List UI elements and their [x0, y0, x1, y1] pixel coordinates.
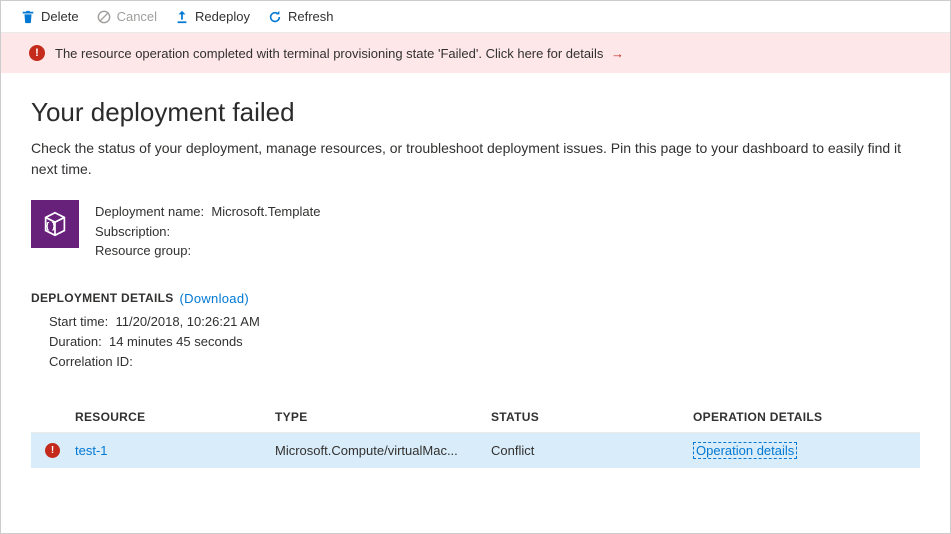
cell-opdetails: Operation details: [693, 443, 920, 458]
resource-group-label: Resource group:: [95, 243, 191, 258]
toolbar: Delete Cancel Redeploy Refresh: [1, 1, 950, 33]
deployment-details-title: DEPLOYMENT DETAILS: [31, 291, 174, 305]
deployment-name-row: Deployment name: Microsoft.Template: [95, 202, 320, 222]
start-time-row: Start time: 11/20/2018, 10:26:21 AM: [49, 312, 920, 332]
deployment-name-value: Microsoft.Template: [211, 204, 320, 219]
subscription-row: Subscription:: [95, 222, 320, 242]
duration-row: Duration: 14 minutes 45 seconds: [49, 332, 920, 352]
cancel-icon: [97, 10, 111, 24]
error-message-link[interactable]: The resource operation completed with te…: [55, 46, 624, 61]
delete-label: Delete: [41, 9, 79, 24]
correlation-row: Correlation ID:: [49, 352, 920, 372]
col-header-type: TYPE: [275, 410, 491, 424]
content: Your deployment failed Check the status …: [1, 73, 950, 468]
row-status-icon-cell: !: [45, 443, 75, 458]
error-icon: !: [45, 443, 60, 458]
redeploy-label: Redeploy: [195, 9, 250, 24]
upload-icon: [175, 10, 189, 24]
deployment-tile: { }: [31, 200, 79, 248]
operations-table: RESOURCE TYPE STATUS OPERATION DETAILS !…: [31, 402, 920, 468]
resource-group-row: Resource group:: [95, 241, 320, 261]
download-link[interactable]: (Download): [180, 291, 249, 306]
refresh-icon: [268, 10, 282, 24]
svg-text:{ }: { }: [46, 221, 56, 231]
table-row[interactable]: ! test-1 Microsoft.Compute/virtualMac...…: [31, 432, 920, 468]
cube-icon: { }: [40, 209, 70, 239]
refresh-label: Refresh: [288, 9, 334, 24]
details-list: Start time: 11/20/2018, 10:26:21 AM Dura…: [31, 312, 920, 372]
operation-details-link[interactable]: Operation details: [693, 442, 797, 459]
summary-fields: Deployment name: Microsoft.Template Subs…: [95, 200, 320, 261]
duration-label: Duration:: [49, 334, 102, 349]
arrow-right-icon: →: [611, 46, 624, 61]
start-time-value: 11/20/2018, 10:26:21 AM: [115, 314, 259, 329]
refresh-button[interactable]: Refresh: [268, 9, 334, 24]
page-subtitle: Check the status of your deployment, man…: [31, 138, 920, 180]
resource-link[interactable]: test-1: [75, 443, 108, 458]
page-title: Your deployment failed: [31, 97, 920, 128]
col-header-status: STATUS: [491, 410, 693, 424]
cancel-label: Cancel: [117, 9, 157, 24]
deployment-details-header: DEPLOYMENT DETAILS (Download): [31, 291, 920, 306]
summary-row: { } Deployment name: Microsoft.Template …: [31, 200, 920, 261]
deployment-name-label: Deployment name:: [95, 204, 204, 219]
error-icon: !: [29, 45, 45, 61]
cell-type: Microsoft.Compute/virtualMac...: [275, 443, 491, 458]
table-header: RESOURCE TYPE STATUS OPERATION DETAILS: [31, 402, 920, 432]
subscription-label: Subscription:: [95, 224, 170, 239]
error-banner: ! The resource operation completed with …: [1, 33, 950, 73]
col-header-opdetails: OPERATION DETAILS: [693, 410, 920, 424]
cell-status: Conflict: [491, 443, 693, 458]
duration-value: 14 minutes 45 seconds: [109, 334, 243, 349]
trash-icon: [21, 10, 35, 24]
delete-button[interactable]: Delete: [21, 9, 79, 24]
cancel-button: Cancel: [97, 9, 157, 24]
error-message-text: The resource operation completed with te…: [55, 46, 603, 61]
correlation-label: Correlation ID:: [49, 354, 133, 369]
start-time-label: Start time:: [49, 314, 108, 329]
cell-resource: test-1: [75, 443, 275, 458]
redeploy-button[interactable]: Redeploy: [175, 9, 250, 24]
col-header-resource: RESOURCE: [75, 410, 275, 424]
